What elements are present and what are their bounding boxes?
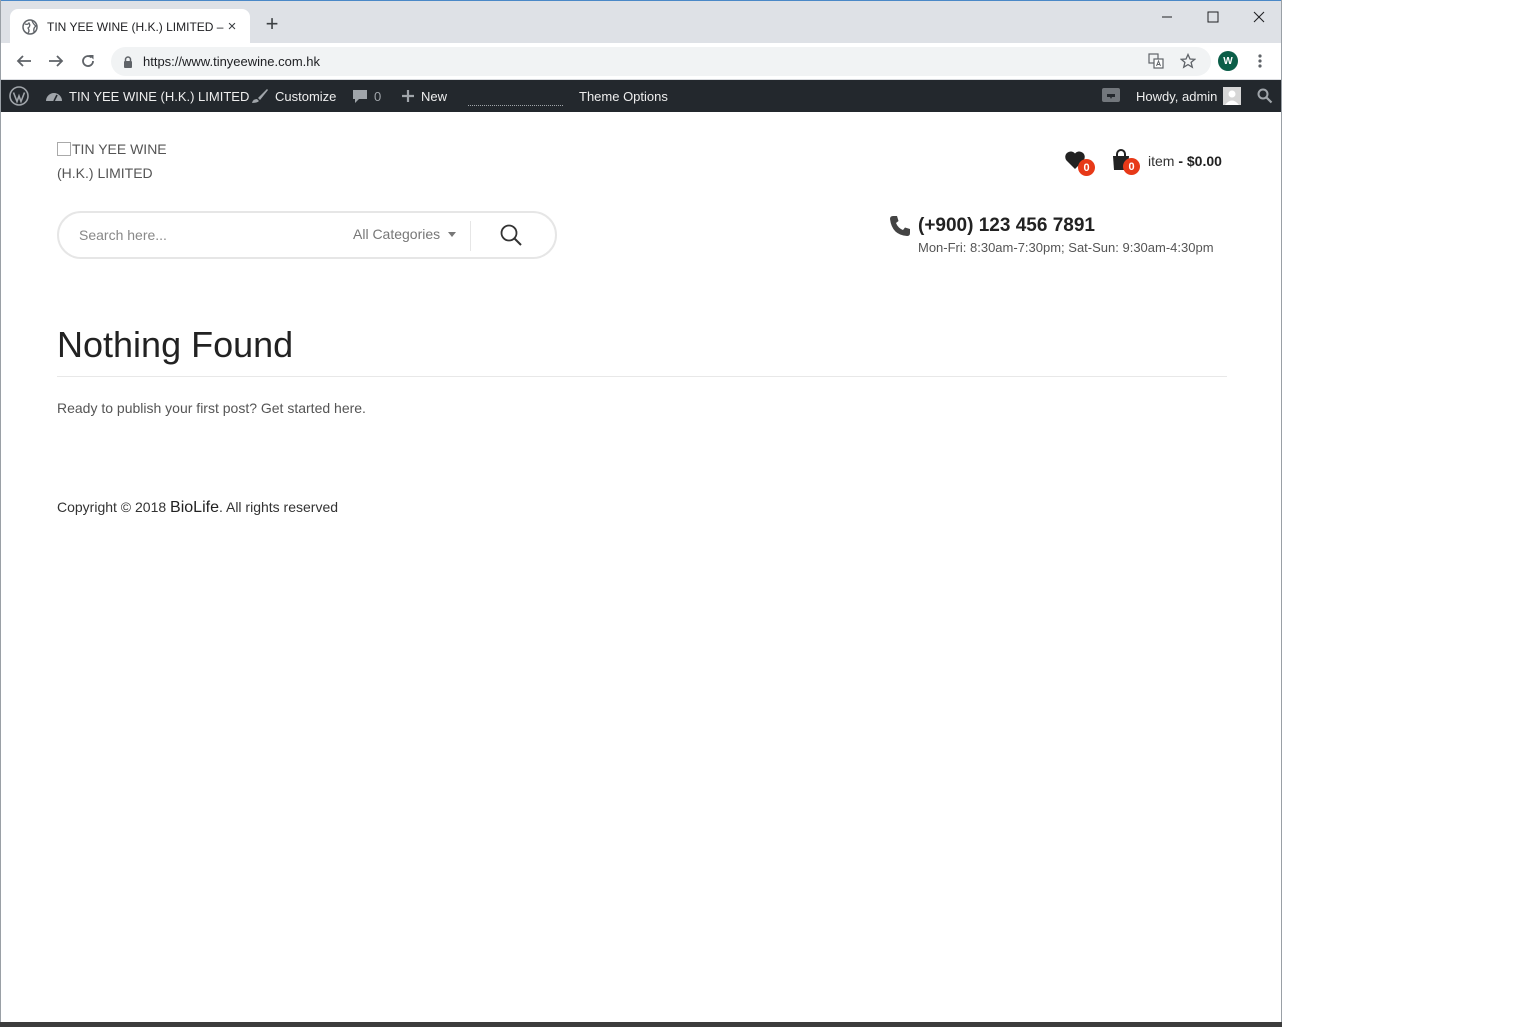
paintbrush-icon	[252, 89, 268, 103]
browser-tab[interactable]: TIN YEE WINE (H.K.) LIMITED – 天 ×	[10, 9, 250, 44]
adminbar-site-link[interactable]: TIN YEE WINE (H.K.) LIMITED	[45, 80, 249, 112]
adminbar-theme-options-label: Theme Options	[579, 88, 668, 104]
globe-icon	[22, 18, 38, 35]
copyright-prefix: Copyright © 2018	[57, 499, 167, 515]
adminbar-comments-count: 0	[374, 88, 382, 104]
tab-title: TIN YEE WINE (H.K.) LIMITED – 天	[47, 20, 224, 34]
search-divider	[470, 221, 471, 251]
tab-strip: TIN YEE WINE (H.K.) LIMITED – 天 × +	[1, 0, 1281, 44]
lock-icon	[124, 55, 132, 68]
adminbar-search-icon[interactable]	[1257, 80, 1279, 112]
wishlist-button[interactable]: 0	[1064, 150, 1098, 176]
adminbar-placeholder-item	[468, 105, 563, 106]
broken-image-icon	[57, 142, 71, 156]
search-input[interactable]	[79, 225, 339, 245]
adminbar-account-link[interactable]: Howdy, admin	[1136, 80, 1247, 112]
footer-brand-link[interactable]: BioLife	[170, 499, 219, 516]
cart-count-badge: 0	[1123, 158, 1140, 175]
adminbar-customize-label: Customize	[275, 88, 337, 104]
browser-menu-icon[interactable]	[1250, 51, 1270, 71]
category-select[interactable]: All Categories	[353, 226, 457, 242]
url-text: https://www.tinyeewine.com.hk	[143, 54, 321, 69]
copyright-suffix: . All rights reserved	[218, 499, 339, 515]
wordpress-logo-icon[interactable]	[9, 80, 35, 112]
caret-down-icon	[448, 231, 457, 237]
category-select-value: All Categories	[353, 226, 441, 242]
comment-icon	[353, 90, 367, 103]
dashboard-icon	[46, 93, 62, 102]
no-posts-message: Ready to publish your first post? Get st…	[57, 400, 366, 416]
adminbar-site-name: TIN YEE WINE (H.K.) LIMITED	[69, 88, 250, 104]
phone-icon	[890, 216, 910, 236]
cart-item-label: item	[1148, 153, 1175, 169]
forward-arrow-icon[interactable]	[46, 51, 66, 71]
minimize-icon[interactable]	[1144, 4, 1190, 30]
phone-number[interactable]: (+900) 123 456 7891	[918, 215, 1095, 237]
adminbar-notification-icon[interactable]	[1101, 80, 1127, 112]
browser-window: TIN YEE WINE (H.K.) LIMITED – 天 × + http…	[0, 0, 1282, 1027]
reload-icon[interactable]	[78, 51, 98, 71]
cart-total: - $0.00	[1178, 153, 1222, 169]
tab-close-icon[interactable]: ×	[224, 18, 240, 35]
wishlist-count-badge: 0	[1078, 159, 1095, 176]
adminbar-comments-link[interactable]: 0	[352, 80, 381, 112]
cart-summary: item - $0.00	[1148, 153, 1222, 169]
site-logo[interactable]: TIN YEE WINE (H.K.) LIMITED	[57, 137, 187, 185]
back-arrow-icon[interactable]	[14, 51, 34, 71]
browser-toolbar: https://www.tinyeewine.com.hk W	[1, 43, 1281, 80]
product-search-form: All Categories	[57, 211, 557, 259]
adminbar-howdy: Howdy, admin	[1136, 88, 1218, 104]
profile-avatar[interactable]: W	[1218, 51, 1238, 71]
contact-info: (+900) 123 456 7891 Mon-Fri: 8:30am-7:30…	[889, 213, 1229, 263]
translate-icon[interactable]	[1146, 51, 1166, 71]
window-bottom-edge	[0, 1022, 1282, 1027]
adminbar-new-link[interactable]: New	[401, 80, 447, 112]
plus-icon	[402, 90, 414, 102]
maximize-icon[interactable]	[1190, 4, 1236, 30]
adminbar-customize-link[interactable]: Customize	[251, 80, 336, 112]
bookmark-star-icon[interactable]	[1178, 51, 1198, 71]
footer-copyright: Copyright © 2018 BioLife. All rights res…	[57, 499, 338, 517]
address-bar[interactable]: https://www.tinyeewine.com.hk	[111, 47, 1211, 76]
search-icon	[500, 224, 522, 246]
adminbar-theme-options-link[interactable]: Theme Options	[579, 80, 668, 112]
mini-cart[interactable]: 0 item - $0.00	[1111, 148, 1231, 176]
wp-admin-bar: TIN YEE WINE (H.K.) LIMITED Customize 0 …	[1, 80, 1281, 112]
new-tab-button[interactable]: +	[261, 13, 283, 36]
opening-hours: Mon-Fri: 8:30am-7:30pm; Sat-Sun: 9:30am-…	[918, 240, 1214, 255]
logo-alt-text: TIN YEE WINE (H.K.) LIMITED	[57, 141, 167, 181]
user-avatar-icon	[1223, 87, 1242, 105]
window-close-icon[interactable]	[1236, 4, 1281, 30]
page-title: Nothing Found	[57, 324, 294, 365]
site-page: TIN YEE WINE (H.K.) LIMITED 0 0 item - $…	[1, 112, 1281, 1022]
search-button[interactable]	[499, 223, 525, 249]
title-divider	[57, 376, 1227, 377]
adminbar-new-label: New	[421, 88, 448, 104]
